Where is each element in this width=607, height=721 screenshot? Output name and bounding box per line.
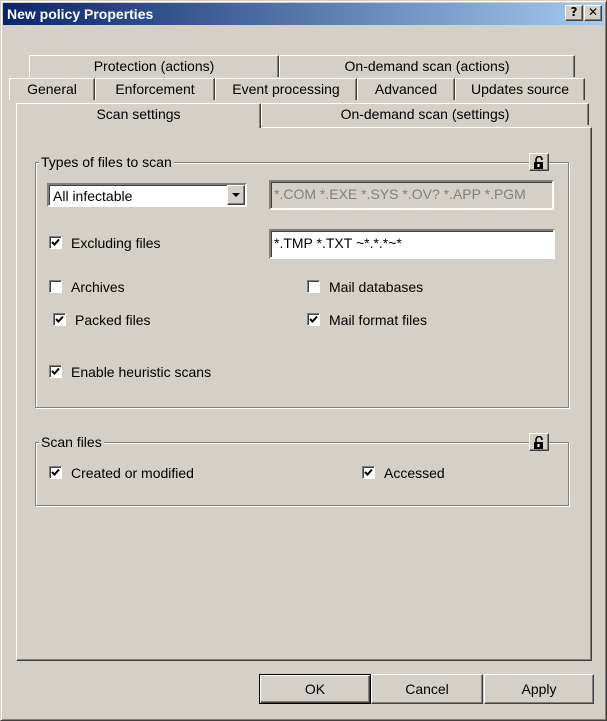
tab-protection-actions[interactable]: Protection (actions) <box>29 55 279 77</box>
tab-scan-settings[interactable]: Scan settings <box>16 103 261 128</box>
checkbox-box[interactable] <box>362 466 375 479</box>
checkbox-box[interactable] <box>53 313 66 326</box>
tab-label: Event processing <box>232 81 340 97</box>
tab-label: Advanced <box>374 81 438 97</box>
padlock-icon <box>534 436 543 449</box>
apply-button[interactable]: Apply <box>484 674 594 704</box>
tab-label: Enforcement <box>115 81 195 97</box>
packed-files-label: Packed files <box>75 312 151 328</box>
tab-on-demand-scan-actions[interactable]: On-demand scan (actions) <box>279 55 575 77</box>
tab-general[interactable]: General <box>9 78 95 100</box>
archives-label: Archives <box>71 279 125 295</box>
tab-label: Protection (actions) <box>93 58 215 74</box>
excluding-files-checkbox[interactable]: Excluding files <box>49 235 249 253</box>
close-icon: ✕ <box>587 5 599 19</box>
dropdown-arrow-icon[interactable] <box>227 185 245 205</box>
accessed-label: Accessed <box>384 465 445 481</box>
checkbox-box[interactable] <box>49 236 62 249</box>
heuristic-scans-label: Enable heuristic scans <box>71 364 212 380</box>
checkmark-icon <box>51 367 60 375</box>
cancel-button[interactable]: Cancel <box>371 674 483 704</box>
scan-files-lock-button[interactable] <box>529 433 549 451</box>
checkmark-icon <box>51 238 60 246</box>
types-of-files-title: Types of files to scan <box>39 154 174 170</box>
checkbox-box[interactable] <box>307 313 320 326</box>
tab-event-processing[interactable]: Event processing <box>215 78 357 100</box>
title-bar: New policy Properties <box>3 3 604 25</box>
file-type-select[interactable]: All infectable <box>47 183 247 207</box>
tab-updates-source[interactable]: Updates source <box>455 78 585 100</box>
types-lock-button[interactable] <box>529 153 549 171</box>
checkbox-box[interactable] <box>307 280 320 293</box>
created-modified-checkbox[interactable]: Created or modified <box>49 465 269 483</box>
tab-page-scan-settings: Types of files to scan All infectable *.… <box>16 127 592 661</box>
tab-label: On-demand scan (settings) <box>340 106 510 122</box>
tab-label: Scan settings <box>96 106 181 122</box>
excluding-files-label: Excluding files <box>71 235 161 251</box>
mail-format-files-label: Mail format files <box>329 312 428 328</box>
packed-files-checkbox[interactable]: Packed files <box>53 312 233 330</box>
checkmark-icon <box>51 468 60 476</box>
checkmark-icon <box>364 468 373 476</box>
mail-databases-label: Mail databases <box>329 279 424 295</box>
file-type-value: All infectable <box>53 188 133 204</box>
tab-label: Updates source <box>470 81 570 97</box>
close-button[interactable]: ✕ <box>584 5 602 21</box>
heuristic-scans-checkbox[interactable]: Enable heuristic scans <box>49 364 269 382</box>
mail-format-files-checkbox[interactable]: Mail format files <box>307 312 507 330</box>
mail-databases-checkbox[interactable]: Mail databases <box>307 279 507 297</box>
help-button[interactable]: ? <box>565 5 583 21</box>
tab-label: On-demand scan (actions) <box>344 58 510 74</box>
window-title: New policy Properties <box>7 6 154 22</box>
checkbox-box[interactable] <box>49 365 62 378</box>
checkmark-icon <box>55 315 64 323</box>
tab-enforcement[interactable]: Enforcement <box>95 78 215 100</box>
archives-checkbox[interactable]: Archives <box>49 279 229 297</box>
checkbox-box[interactable] <box>49 466 62 479</box>
tab-advanced[interactable]: Advanced <box>357 78 455 100</box>
help-icon: ? <box>570 5 578 19</box>
exclusions-input[interactable]: *.TMP *.TXT ~*.*.*~* <box>269 229 555 259</box>
properties-dialog: New policy Properties ? ✕ Protection (ac… <box>0 0 607 721</box>
tab-label: General <box>27 81 77 97</box>
accessed-checkbox[interactable]: Accessed <box>362 465 512 483</box>
scan-files-title: Scan files <box>39 434 104 450</box>
extensions-field: *.COM *.EXE *.SYS *.OV? *.APP *.PGM <box>269 180 554 210</box>
tab-on-demand-scan-settings[interactable]: On-demand scan (settings) <box>261 103 589 125</box>
created-modified-label: Created or modified <box>71 465 194 481</box>
padlock-icon <box>534 156 543 169</box>
checkmark-icon <box>309 315 318 323</box>
ok-button[interactable]: OK <box>259 674 371 704</box>
checkbox-box[interactable] <box>49 280 62 293</box>
